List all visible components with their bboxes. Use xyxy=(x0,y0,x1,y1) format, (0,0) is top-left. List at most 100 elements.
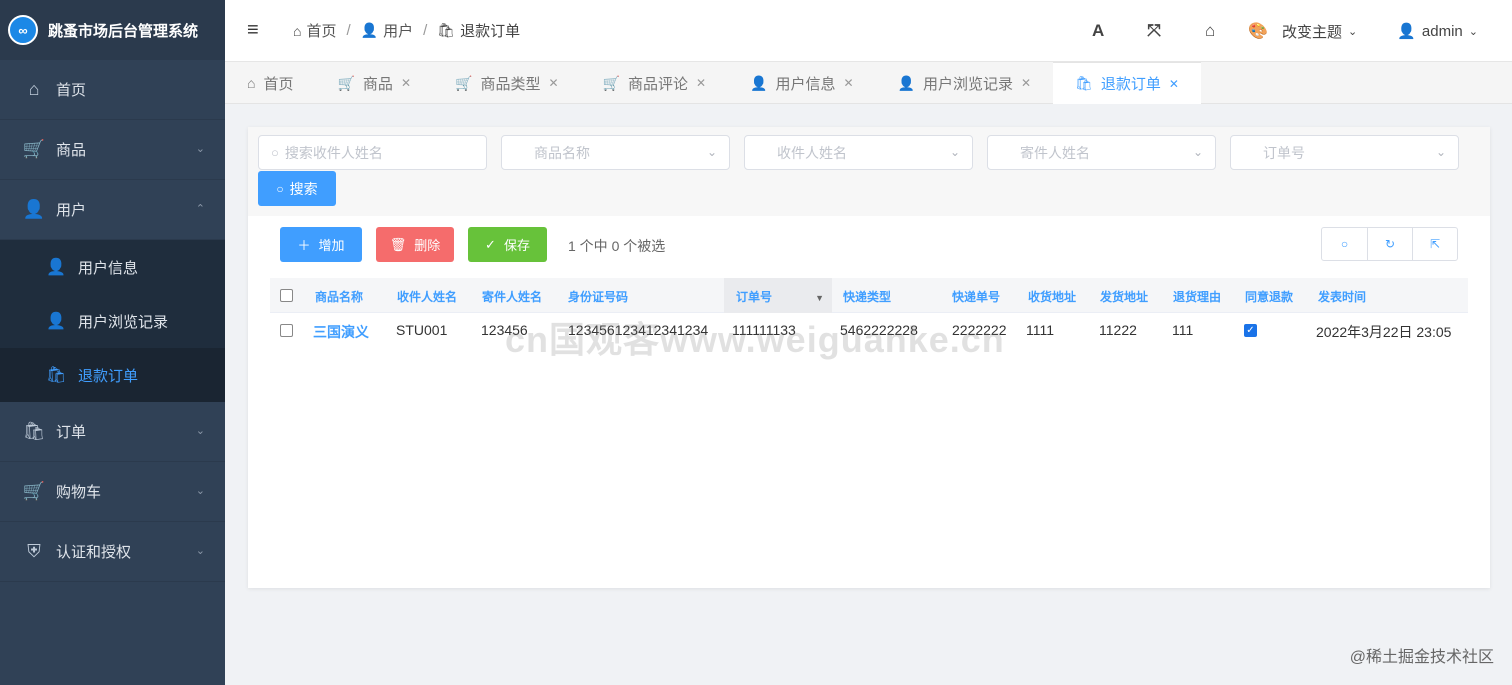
add-button-label: 增加 xyxy=(318,238,345,253)
user-icon: 👤 xyxy=(1397,23,1416,40)
recipient-name-select[interactable]: 收件人姓名 ⌄ xyxy=(744,135,973,170)
close-icon[interactable]: ✕ xyxy=(696,76,706,90)
column-header[interactable]: 发货地址 xyxy=(1100,288,1148,305)
tab-label: 用户浏览记录 xyxy=(922,75,1013,93)
chevron-down-icon: ⌄ xyxy=(195,545,205,557)
breadcrumb-users[interactable]: 用户 xyxy=(383,20,413,41)
user-icon: 👤 xyxy=(46,259,66,276)
table-header: ▼ 商品名称 收件人姓名 寄件人姓名 身份证号码 订单号 快递类型 快递单号 收… xyxy=(270,278,1468,313)
infinity-logo-icon: ∞ xyxy=(8,15,38,45)
chevron-down-icon: ⌄ xyxy=(1468,25,1478,38)
tab-goods[interactable]: 🛒 商品 ✕ xyxy=(315,62,433,104)
cell-recipient: STU001 xyxy=(396,322,448,338)
save-button[interactable]: ✓ 保存 xyxy=(468,227,547,262)
column-header[interactable]: 发表时间 xyxy=(1318,288,1366,305)
hamburger-icon[interactable]: ≡ xyxy=(247,19,267,42)
sort-caret-icon[interactable]: ▼ xyxy=(815,293,824,303)
tab-label: 退款订单 xyxy=(1100,76,1161,93)
app-logo[interactable]: ∞ 跳蚤市场后台管理系统 xyxy=(0,0,225,60)
tab-refund-orders[interactable]: 🛍 退款订单 ✕ xyxy=(1053,62,1201,104)
sidebar-item-home[interactable]: ⌂ 首页 xyxy=(0,60,225,120)
column-header[interactable]: 商品名称 xyxy=(315,288,363,305)
column-header[interactable]: 收件人姓名 xyxy=(397,288,457,305)
sidebar-subitem-refund-orders[interactable]: 🛍 退款订单 xyxy=(0,348,225,402)
cart-icon: 🛒 xyxy=(602,74,620,91)
fullscreen-icon[interactable]: ⤧ xyxy=(1126,21,1182,41)
cell-reason: 111 xyxy=(1172,322,1194,338)
cart-icon: 🛒 xyxy=(455,74,473,91)
chevron-down-icon: ⌄ xyxy=(195,425,205,437)
product-name-select[interactable]: 商品名称 ⌄ xyxy=(501,135,730,170)
home-icon: ⌂ xyxy=(28,79,40,99)
column-header[interactable]: 身份证号码 xyxy=(568,288,628,305)
tab-goods-type[interactable]: 🛒 商品类型 ✕ xyxy=(433,62,581,104)
cart-icon: 🛒 xyxy=(22,139,46,159)
sidebar-item-label: 购物车 xyxy=(56,484,102,501)
sidebar-item-orders[interactable]: 🛍 订单 ⌄ xyxy=(0,402,225,462)
column-header[interactable]: 退货理由 xyxy=(1173,288,1221,305)
breadcrumb-home[interactable]: 首页 xyxy=(306,20,336,41)
sidebar-item-users[interactable]: 👤 用户 ⌃ xyxy=(0,180,225,240)
user-icon: 👤 xyxy=(46,313,66,330)
agree-refund-checkbox[interactable]: ✓ xyxy=(1244,324,1257,337)
select-placeholder: 寄件人姓名 xyxy=(1020,144,1090,161)
user-icon: 👤 xyxy=(360,22,379,38)
sidebar-subitem-browse-history[interactable]: 👤 用户浏览记录 xyxy=(0,294,225,348)
tab-label: 商品 xyxy=(362,75,393,93)
tab-browse-history[interactable]: 👤 用户浏览记录 ✕ xyxy=(876,62,1054,104)
theme-switcher[interactable]: 🎨 改变主题 ⌄ xyxy=(1248,21,1357,42)
search-icon[interactable]: ○ xyxy=(1322,228,1367,260)
tab-user-info[interactable]: 👤 用户信息 ✕ xyxy=(728,62,876,104)
select-placeholder: 收件人姓名 xyxy=(777,144,847,161)
footer-watermark: @稀土掘金技术社区 xyxy=(1349,649,1494,666)
column-header[interactable]: 快递单号 xyxy=(952,288,1000,305)
sidebar-item-label: 订单 xyxy=(56,424,87,441)
sidebar-subitem-user-info[interactable]: 👤 用户信息 xyxy=(0,240,225,294)
column-header[interactable]: 订单号 xyxy=(736,288,772,305)
select-placeholder: 商品名称 xyxy=(534,144,590,161)
sidebar-item-label: 用户 xyxy=(56,202,87,219)
palette-icon: 🎨 xyxy=(1248,23,1268,40)
column-header[interactable]: 快递类型 xyxy=(843,288,891,305)
column-header[interactable]: 收货地址 xyxy=(1028,288,1076,305)
search-button[interactable]: ○ 搜索 xyxy=(258,171,336,206)
row-checkbox[interactable] xyxy=(280,324,293,337)
export-icon[interactable]: ⇱ xyxy=(1412,228,1457,260)
sidebar-item-auth[interactable]: ⛨ 认证和授权 ⌄ xyxy=(0,522,225,582)
refresh-icon[interactable]: ↻ xyxy=(1367,228,1412,260)
select-all-checkbox[interactable] xyxy=(280,289,293,302)
cell-product[interactable]: 三国演义 xyxy=(313,322,369,342)
tab-goods-review[interactable]: 🛒 商品评论 ✕ xyxy=(581,62,729,104)
shield-icon: ⛨ xyxy=(27,541,41,561)
sender-name-select[interactable]: 寄件人姓名 ⌄ xyxy=(987,135,1216,170)
chevron-down-icon: ⌄ xyxy=(1348,25,1358,38)
user-icon: 👤 xyxy=(750,74,768,91)
add-button[interactable]: ＋ 增加 xyxy=(280,227,362,262)
chevron-down-icon: ⌄ xyxy=(1192,145,1203,159)
sidebar-item-goods[interactable]: 🛒 商品 ⌄ xyxy=(0,120,225,180)
cart-icon: 🛒 xyxy=(337,74,355,91)
user-menu[interactable]: 👤 admin ⌄ xyxy=(1397,22,1478,41)
column-header[interactable]: 寄件人姓名 xyxy=(482,288,542,305)
top-navbar: ≡ ⌂ 首页 / 👤 用户 / 🛍 退款订单 A ⤧ ⌂ 🎨 改变主题 ⌄ 👤 … xyxy=(225,0,1512,62)
tab-home[interactable]: ⌂ 首页 xyxy=(225,62,315,104)
cell-send-address: 11222 xyxy=(1099,322,1137,338)
breadcrumb-current: 退款订单 xyxy=(460,23,521,40)
order-no-select[interactable]: 订单号 ⌄ xyxy=(1230,135,1459,170)
close-icon[interactable]: ✕ xyxy=(1169,77,1179,91)
close-icon[interactable]: ✕ xyxy=(401,76,411,90)
close-icon[interactable]: ✕ xyxy=(548,76,558,90)
bag-icon: 🛍 xyxy=(22,421,46,441)
watermark: cn国观客www.weiguanke.cn xyxy=(505,319,1005,360)
close-icon[interactable]: ✕ xyxy=(843,76,853,90)
close-icon[interactable]: ✕ xyxy=(1021,76,1031,90)
font-size-icon[interactable]: A xyxy=(1070,21,1126,41)
column-header[interactable]: 同意退款 xyxy=(1245,288,1293,305)
home-icon[interactable]: ⌂ xyxy=(1182,21,1238,41)
cell-time: 2022年3月22日 23:05 xyxy=(1316,324,1452,340)
tab-label: 商品评论 xyxy=(627,75,688,93)
chevron-down-icon: ⌄ xyxy=(195,143,205,155)
recipient-search-input[interactable]: ○ 搜索收件人姓名 xyxy=(258,135,487,170)
delete-button[interactable]: 🗑 删除 xyxy=(376,227,454,262)
sidebar-item-cart[interactable]: 🛒 购物车 ⌄ xyxy=(0,462,225,522)
